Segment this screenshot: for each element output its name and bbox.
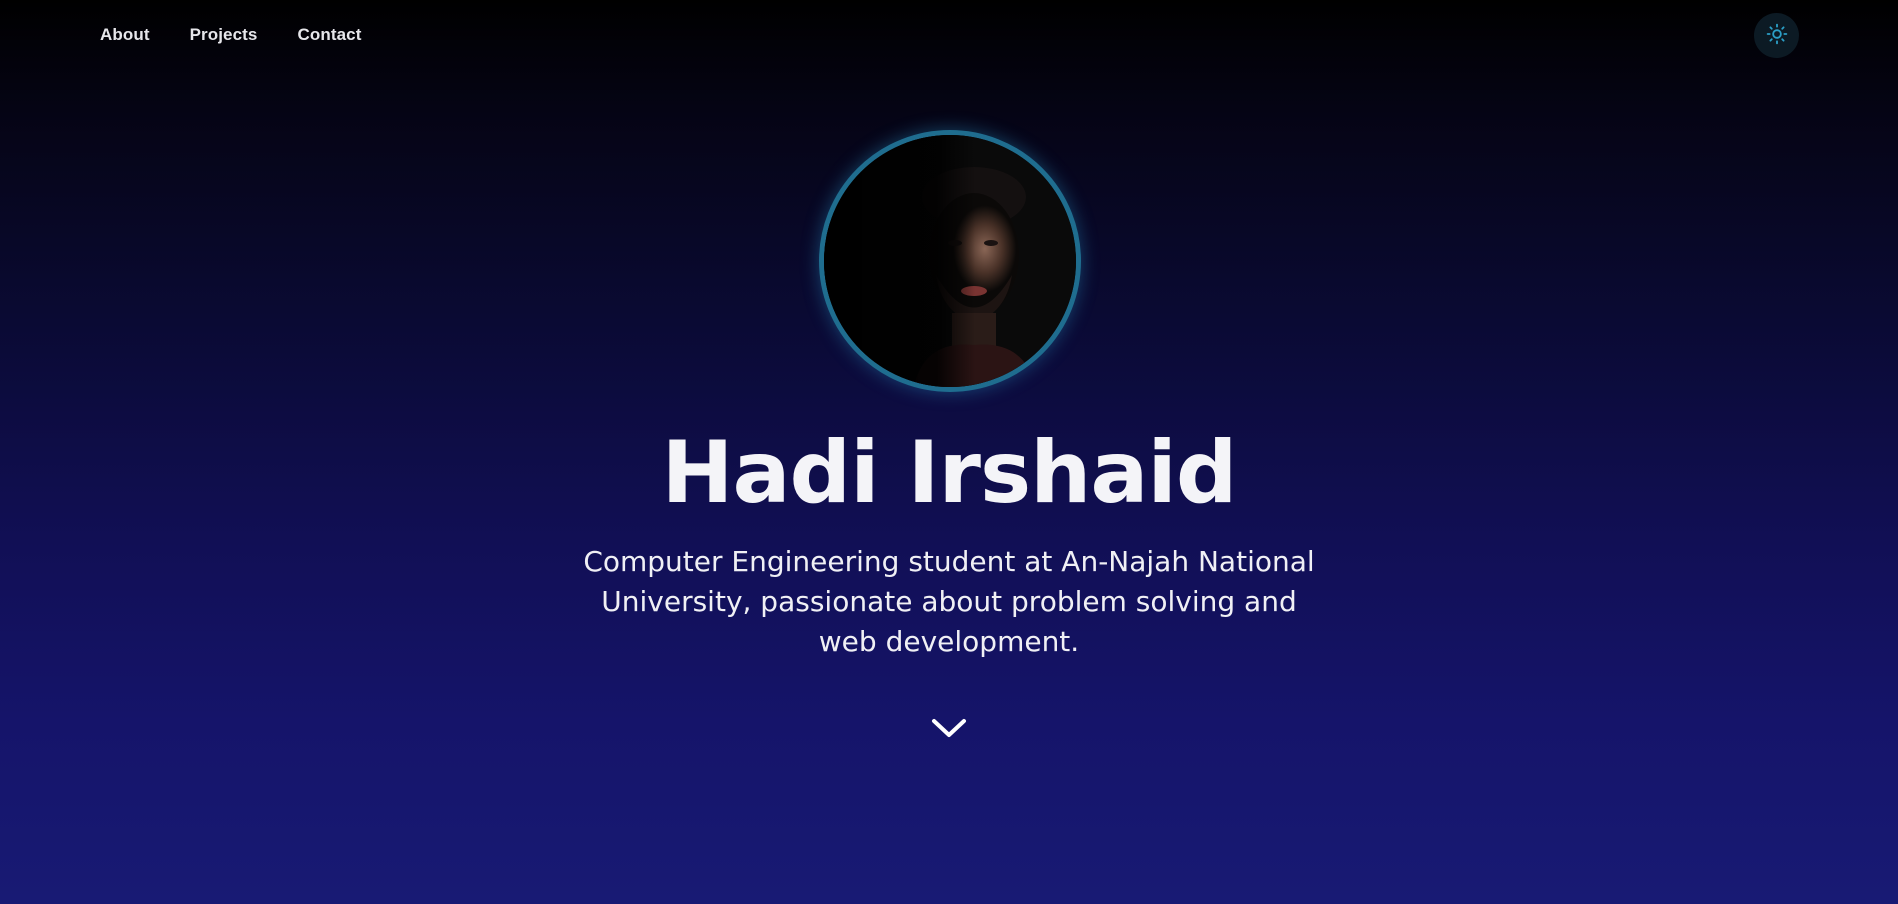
profile-photo [824,135,1076,387]
chevron-down-icon [930,716,968,744]
avatar [819,130,1081,392]
scroll-down-button[interactable] [929,715,969,745]
hero-tagline: Computer Engineering student at An-Najah… [583,545,1315,658]
page-title: Hadi Irshaid [661,423,1238,523]
hero-section: Hadi Irshaid Computer Engineering studen… [0,0,1898,904]
